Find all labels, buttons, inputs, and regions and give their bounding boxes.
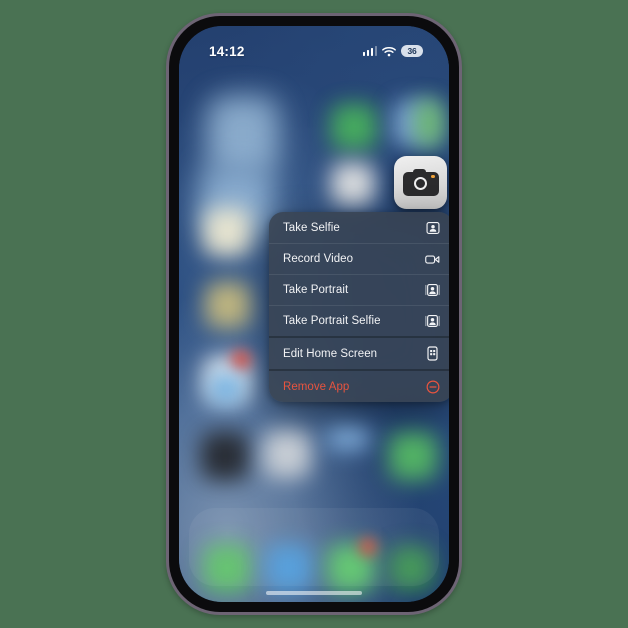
- blurred-app-blue-2: [327, 426, 369, 450]
- status-bar-time: 14:12: [209, 43, 245, 59]
- edit-home-screen-icon: [425, 346, 440, 361]
- context-menu-group: Take Selfie Record Video Take Portrait Take…: [269, 212, 449, 336]
- battery-icon: 36: [401, 45, 423, 57]
- status-bar: 14:12 36: [179, 26, 449, 70]
- menu-item-label: Remove App: [283, 380, 350, 393]
- portrait-selfie-icon: [425, 314, 440, 329]
- menu-item-record-video[interactable]: Record Video: [269, 243, 449, 274]
- status-bar-indicators: 36: [362, 45, 423, 57]
- blurred-app-gray: [263, 430, 311, 478]
- blurred-app-white-1: [331, 162, 375, 206]
- blurred-app-green-3: [389, 432, 437, 480]
- blurred-app-notes: [203, 208, 251, 256]
- minus-circle-icon: [425, 379, 440, 394]
- blurred-app-dark: [201, 432, 249, 480]
- video-camera-icon: [425, 252, 440, 267]
- menu-item-take-portrait[interactable]: Take Portrait: [269, 274, 449, 305]
- blurred-app-green-2: [415, 100, 443, 146]
- context-menu-group: Remove App: [269, 369, 449, 402]
- menu-item-label: Take Selfie: [283, 221, 340, 234]
- menu-item-remove-app[interactable]: Remove App: [269, 371, 449, 402]
- camera-icon: [402, 169, 439, 196]
- menu-item-take-portrait-selfie[interactable]: Take Portrait Selfie: [269, 305, 449, 336]
- menu-item-edit-home-screen[interactable]: Edit Home Screen: [269, 338, 449, 369]
- home-indicator[interactable]: [266, 591, 362, 595]
- screenshot-stage: 14:12 36 Take Selfie Record Video Take P…: [0, 0, 628, 628]
- wifi-icon: [382, 46, 396, 57]
- menu-item-label: Take Portrait Selfie: [283, 315, 381, 327]
- context-menu-group: Edit Home Screen: [269, 336, 449, 369]
- portrait-person-icon: [425, 283, 440, 298]
- selfie-portrait-icon: [425, 220, 440, 235]
- blurred-app-yellow: [205, 282, 251, 328]
- app-icon-camera[interactable]: [394, 156, 447, 209]
- phone-device-frame: 14:12 36 Take Selfie Record Video Take P…: [166, 13, 462, 615]
- dock: [189, 508, 439, 586]
- menu-item-label: Record Video: [283, 253, 354, 265]
- phone-bezel: 14:12 36 Take Selfie Record Video Take P…: [169, 16, 459, 612]
- menu-item-label: Edit Home Screen: [283, 347, 378, 360]
- menu-item-label: Take Portrait: [283, 284, 349, 296]
- menu-item-take-selfie[interactable]: Take Selfie: [269, 212, 449, 243]
- blurred-app-green-1: [331, 104, 377, 150]
- blurred-badge-red: [231, 350, 251, 370]
- blurred-app-pale-1: [207, 96, 279, 174]
- cellular-signal-icon: [362, 46, 377, 56]
- phone-screen: 14:12 36 Take Selfie Record Video Take P…: [179, 26, 449, 602]
- app-context-menu: Take Selfie Record Video Take Portrait Take…: [269, 212, 449, 402]
- blurred-app-photos-b: [211, 374, 241, 402]
